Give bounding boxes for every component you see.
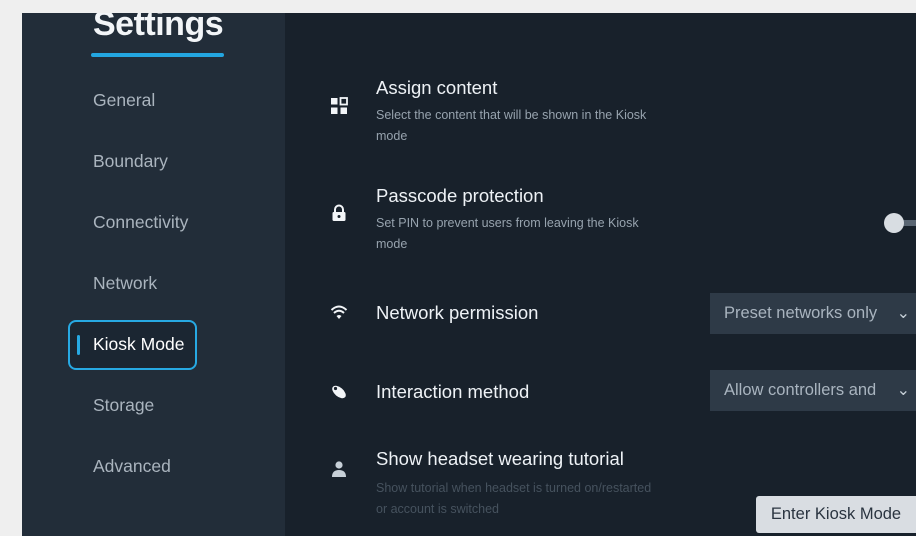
grid-icon bbox=[331, 97, 348, 114]
sidebar-item-kiosk-mode[interactable]: Kiosk Mode bbox=[68, 320, 197, 370]
enter-kiosk-mode-button[interactable]: Enter Kiosk Mode bbox=[756, 496, 916, 533]
desc-line: or account is switched bbox=[376, 502, 499, 516]
chevron-down-icon: ⌄ bbox=[896, 305, 910, 322]
lock-icon bbox=[332, 204, 346, 221]
wifi-icon bbox=[330, 305, 348, 319]
page-title: Settings bbox=[93, 13, 224, 43]
title-underline bbox=[91, 53, 224, 57]
sidebar-item-network[interactable]: Network bbox=[93, 273, 157, 293]
settings-window: Settings General Boundary Connectivity N… bbox=[22, 13, 916, 536]
interaction-method-dropdown[interactable]: Allow controllers and ⌄ bbox=[710, 370, 916, 411]
sidebar-item-connectivity[interactable]: Connectivity bbox=[93, 212, 188, 232]
sidebar-item-general[interactable]: General bbox=[93, 90, 155, 110]
desc-line: Show tutorial when headset is turned on/… bbox=[376, 481, 652, 495]
dropdown-value: Preset networks only bbox=[724, 304, 878, 322]
desc-line: mode bbox=[376, 129, 408, 143]
desc-line: Select the content that will be shown in… bbox=[376, 108, 647, 122]
controller-icon bbox=[332, 385, 346, 399]
network-permission-title: Network permission bbox=[376, 302, 539, 323]
desc-line: Set PIN to prevent users from leaving th… bbox=[376, 216, 639, 230]
tutorial-title[interactable]: Show headset wearing tutorial bbox=[376, 448, 624, 470]
network-permission-dropdown[interactable]: Preset networks only ⌄ bbox=[710, 293, 916, 334]
desc-line: mode bbox=[376, 237, 408, 251]
active-indicator bbox=[77, 335, 80, 355]
toggle-knob[interactable] bbox=[884, 213, 904, 233]
sidebar: Settings General Boundary Connectivity N… bbox=[22, 13, 285, 536]
sidebar-item-advanced[interactable]: Advanced bbox=[93, 456, 171, 476]
assign-content-title[interactable]: Assign content bbox=[376, 77, 497, 99]
chevron-down-icon: ⌄ bbox=[896, 382, 910, 399]
sidebar-item-label: Kiosk Mode bbox=[93, 334, 185, 354]
passcode-title[interactable]: Passcode protection bbox=[376, 185, 544, 207]
sidebar-item-boundary[interactable]: Boundary bbox=[93, 151, 168, 171]
interaction-method-title: Interaction method bbox=[376, 381, 530, 402]
sidebar-item-storage[interactable]: Storage bbox=[93, 395, 154, 415]
dropdown-value: Allow controllers and bbox=[724, 381, 877, 399]
passcode-description: Set PIN to prevent users from leaving th… bbox=[376, 213, 696, 255]
person-icon bbox=[332, 461, 346, 477]
assign-content-description: Select the content that will be shown in… bbox=[376, 105, 696, 147]
tutorial-description: Show tutorial when headset is turned on/… bbox=[376, 478, 696, 520]
